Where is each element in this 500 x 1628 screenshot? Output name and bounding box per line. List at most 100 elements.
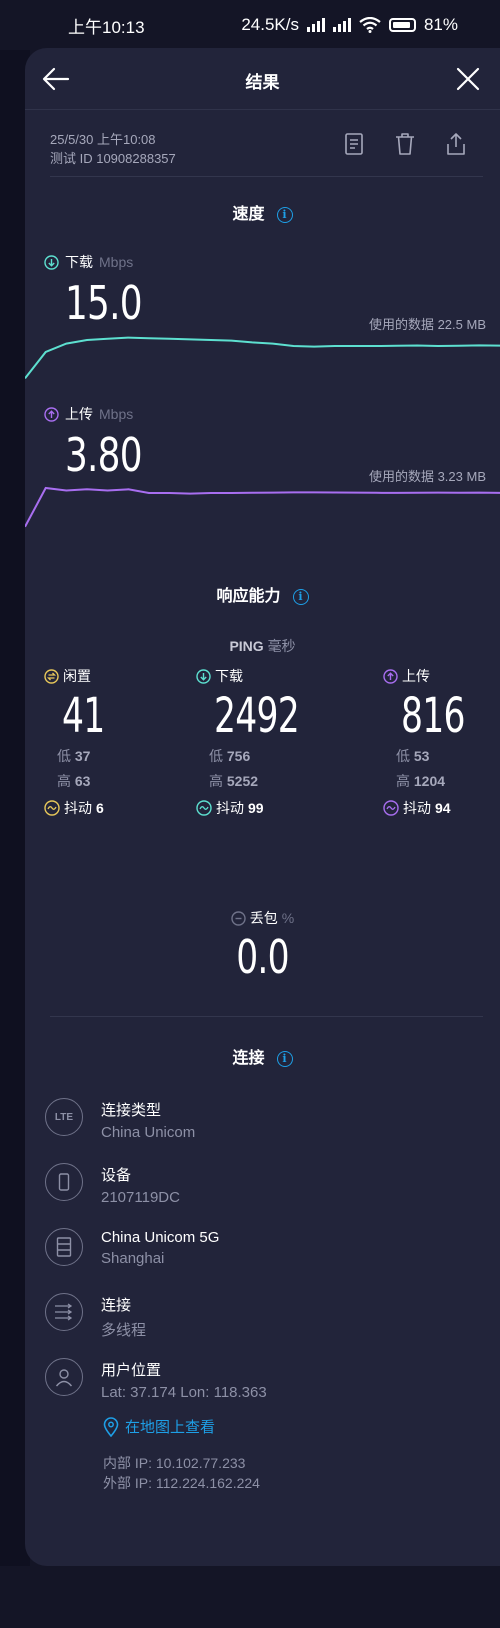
server-row: China Unicom 5G Shanghai: [45, 1228, 219, 1267]
jitter-value: 6: [96, 800, 104, 816]
jitter-icon: [44, 800, 60, 816]
download-label: 下载 Mbps: [44, 252, 133, 272]
ping-upload-low: 低 53: [396, 746, 498, 771]
connections-value: 多线程: [101, 1322, 147, 1339]
divider: [50, 176, 483, 177]
packet-loss-icon: [231, 910, 246, 926]
download-label-text: 下载: [65, 254, 93, 270]
download-unit: Mbps: [99, 254, 134, 270]
lte-icon: LTE: [45, 1098, 83, 1136]
connection-section-title: 连接 i: [25, 1044, 500, 1068]
connection-title: 连接: [232, 1050, 265, 1067]
ping-title: PING 毫秒: [25, 636, 500, 656]
speed-title: 速度: [232, 206, 265, 223]
map-pin-icon: [103, 1416, 119, 1437]
high-label: 高: [396, 773, 410, 789]
ping-label: PING: [229, 638, 264, 654]
ping-upload-label: 上传: [402, 668, 430, 684]
download-icon: [44, 254, 59, 270]
multi-thread-icon: [45, 1293, 83, 1331]
user-location-row: 用户位置 Lat: 37.174 Lon: 118.363: [45, 1358, 267, 1401]
status-right: 24.5K/s 81%: [241, 15, 458, 35]
ping-download-low: 低 756: [209, 746, 346, 771]
user-icon: [45, 1358, 83, 1396]
test-meta: 25/5/30 上午10:08 测试 ID 10908288357: [50, 130, 176, 168]
high-value: 5252: [226, 773, 259, 789]
upload-icon: [383, 668, 398, 684]
device-title: 设备: [101, 1167, 132, 1184]
upload-label-text: 上传: [65, 406, 93, 422]
upload-graph: [25, 486, 500, 528]
ping-upload-jitter: 抖动 94: [383, 798, 498, 818]
divider: [50, 1016, 483, 1017]
status-net-speed: 24.5K/s: [241, 15, 299, 34]
test-datetime: 25/5/30 上午10:08: [50, 132, 156, 147]
low-label: 低: [396, 748, 410, 764]
ping-download: 下载 2492 低 756 高 5252 抖动 99: [196, 666, 346, 818]
user-location-value: Lat: 37.174 Lon: 118.363: [101, 1384, 267, 1401]
info-icon[interactable]: i: [276, 1051, 293, 1067]
jitter-value: 94: [435, 800, 451, 816]
phone-icon: [45, 1163, 83, 1201]
view-on-map-link[interactable]: 在地图上查看: [103, 1416, 215, 1437]
close-icon[interactable]: [455, 66, 481, 92]
toolbar: [343, 132, 467, 156]
jitter-label: 抖动: [64, 800, 92, 816]
ping-idle-header: 闲置: [44, 666, 194, 686]
low-value: 53: [413, 748, 430, 764]
page-title: 结果: [245, 73, 280, 92]
battery-icon: [388, 18, 416, 32]
connections-title: 连接: [101, 1297, 132, 1314]
ping-idle-low: 低 37: [57, 746, 194, 771]
jitter-icon: [383, 800, 399, 816]
battery-level: 81%: [423, 15, 458, 34]
status-bar: 上午10:13 24.5K/s 81%: [0, 0, 500, 50]
external-ip: 外部 IP: 112.224.162.224: [103, 1475, 260, 1491]
jitter-label: 抖动: [216, 800, 244, 816]
high-label: 高: [57, 773, 71, 789]
packet-loss: 丢包 % 0.0: [25, 908, 500, 984]
status-time: 上午10:13: [68, 17, 145, 37]
device-value: 2107119DC: [101, 1189, 180, 1206]
internal-ip: 内部 IP: 10.102.77.233: [103, 1455, 246, 1471]
device-row: 设备 2107119DC: [45, 1163, 180, 1206]
packet-loss-unit: %: [281, 910, 295, 926]
ping-download-value: 2492: [214, 688, 300, 744]
share-icon[interactable]: [445, 132, 467, 156]
low-label: 低: [57, 748, 71, 764]
speed-section-title: 速度 i: [25, 200, 500, 224]
high-label: 高: [209, 773, 223, 789]
ping-idle-label: 闲置: [63, 668, 91, 684]
ping-idle-value: 41: [62, 688, 105, 744]
low-label: 低: [209, 748, 223, 764]
ping-download-label: 下载: [215, 668, 243, 684]
connections-row: 连接 多线程: [45, 1293, 146, 1340]
download-curve: [25, 336, 500, 380]
connection-type-title: 连接类型: [101, 1102, 162, 1119]
high-value: 63: [74, 773, 91, 789]
jitter-value: 99: [248, 800, 264, 816]
download-graph: [25, 336, 500, 380]
ping-download-jitter: 抖动 99: [196, 798, 346, 818]
low-value: 37: [74, 748, 91, 764]
download-icon: [196, 668, 211, 684]
info-icon[interactable]: i: [276, 207, 293, 223]
server-icon: [45, 1228, 83, 1266]
trash-icon[interactable]: [394, 132, 416, 156]
jitter-icon: [196, 800, 212, 816]
header: 结果: [25, 48, 500, 110]
connection-type-value: China Unicom: [101, 1124, 196, 1141]
ping-upload: 上传 816 低 53 高 1204 抖动 94: [383, 666, 498, 818]
server-title: China Unicom 5G: [101, 1229, 220, 1246]
info-icon[interactable]: i: [292, 589, 309, 605]
document-icon[interactable]: [343, 132, 365, 156]
ping-idle-jitter: 抖动 6: [44, 798, 194, 818]
signal-icon: [306, 18, 325, 32]
connection-type-row: LTE 连接类型 China Unicom: [45, 1098, 195, 1141]
server-location: Shanghai: [101, 1250, 165, 1267]
result-sheet: 结果 25/5/30 上午10:08 测试 ID 10908288357 速度 i…: [25, 48, 500, 1566]
responsiveness-title: 响应能力: [216, 588, 281, 605]
wifi-icon: [359, 17, 381, 33]
jitter-label: 抖动: [403, 800, 431, 816]
upload-unit: Mbps: [99, 406, 134, 422]
